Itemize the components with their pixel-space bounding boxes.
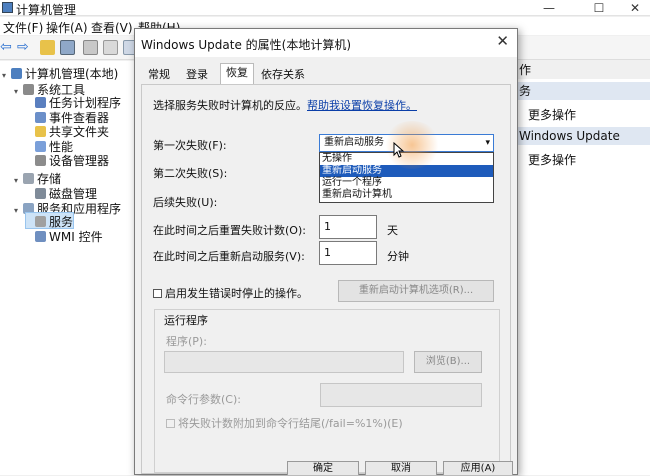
cancel-button[interactable]: 取消 [365,461,437,475]
tree-item[interactable]: ▾ 存储 [14,170,62,186]
command-params-input[interactable] [320,383,482,407]
storage-icon [23,173,34,184]
tree-item[interactable]: 事件查看器 [26,109,109,125]
window-titlebar: 计算机管理 — ☐ ✕ [0,0,650,17]
tree-item[interactable]: 任务计划程序 [26,94,122,110]
program-label: 程序(P): [166,335,207,348]
expand-arrow-icon[interactable]: ▾ [2,71,11,80]
command-params-label: 命令行参数(C): [166,393,241,406]
program-path-input[interactable] [164,351,404,373]
performance-icon [35,141,46,152]
dropdown-option-restart-computer[interactable]: 重新启动计算机 [320,189,493,201]
forward-arrow-icon[interactable]: ⇨ [17,40,32,55]
menu-view[interactable]: 查看(V) [91,19,133,36]
properties-icon[interactable] [83,40,98,55]
restart-computer-options-button[interactable]: 重新启动计算机选项(R)... [338,280,494,302]
first-failure-value: 重新启动服务 [324,137,384,148]
tree-item[interactable]: WMI 控件 [26,228,103,244]
enable-actions-label: 启用发生错误时停止的操作。 [165,287,308,300]
dropdown-option-run-program[interactable]: 运行一个程序 [320,177,493,189]
disk-icon [35,188,46,199]
recovery-help-link[interactable]: 帮助我设置恢复操作。 [307,99,417,112]
tree-item-label: 任务计划程序 [49,96,122,110]
actions-section-services[interactable]: 务 [516,82,650,100]
click-highlight [383,121,441,169]
tree-item-label: 磁盘管理 [49,187,98,201]
tab-general[interactable]: 常规 [145,66,173,84]
more-actions-link-1[interactable]: 更多操作 [528,106,576,123]
close-button[interactable]: ✕ [620,0,650,16]
tree-item-label: 设备管理器 [49,154,110,168]
dialog-title: Windows Update 的属性(本地计算机) [141,38,352,52]
second-failure-label: 第二次失败(S): [153,167,228,180]
chevron-down-icon: ▾ [485,138,490,148]
tree-item[interactable]: 磁盘管理 [26,185,98,201]
recovery-panel: 选择服务失败时计算机的反应。帮助我设置恢复操作。 第一次失败(F): 重新启动服… [141,84,511,474]
tree-item[interactable]: 服务 [24,212,75,229]
tree-item-label: 共享文件夹 [49,125,110,139]
restart-service-input[interactable]: 1 [319,241,377,265]
menu-action[interactable]: 操作(A) [46,19,88,36]
recovery-intro-text: 选择服务失败时计算机的反应。 [153,99,307,112]
run-program-group-title: 运行程序 [162,312,210,328]
tab-dependencies[interactable]: 依存关系 [260,66,306,84]
clock-icon [35,97,46,108]
tree-item[interactable]: 设备管理器 [26,152,110,168]
append-fail-row: 将失败计数附加到命令行结尾(/fail=%1%)(E) [166,415,403,431]
reset-count-input[interactable]: 1 [319,215,377,239]
services-icon [35,216,46,227]
minimize-button[interactable]: — [534,0,564,16]
maximize-button[interactable]: ☐ [584,0,614,16]
tree-item-label: WMI 控件 [49,230,103,244]
restart-service-label: 在此时间之后重新启动服务(V): [153,250,305,263]
browse-button[interactable]: 浏览(B)... [414,351,482,373]
reset-count-label: 在此时间之后重置失败计数(O): [153,224,306,237]
menu-file[interactable]: 文件(F) [3,19,43,36]
tree-item[interactable]: 性能 [26,138,73,154]
console-tree-icon[interactable] [60,40,75,55]
folder-icon [35,126,46,137]
tree-item[interactable]: 共享文件夹 [26,123,110,139]
enable-actions-checkbox[interactable] [153,289,162,298]
device-manager-icon [35,155,46,166]
actions-pane: 作 务 更多操作 Windows Update 更多操作 [516,61,650,475]
mouse-cursor-icon [393,142,405,158]
ok-button[interactable]: 确定 [287,461,359,475]
subsequent-failure-label: 后续失败(U): [153,196,218,209]
console-tree: ▾ 计算机管理(本地) ▾ 系统工具 任务计划程序 事件查看器 共享文件夹 性能 设备管理器 ▾ 存… [0,61,136,475]
expand-arrow-icon[interactable]: ▾ [14,206,23,215]
refresh-icon[interactable] [103,40,118,55]
tab-logon[interactable]: 登录 [183,66,211,84]
back-arrow-icon[interactable]: ⇦ [0,40,15,55]
computer-icon [11,68,22,79]
first-failure-label: 第一次失败(F): [153,139,227,152]
computer-management-icon [2,2,13,13]
expand-arrow-icon[interactable]: ▾ [14,87,23,96]
properties-dialog: Windows Update 的属性(本地计算机) ✕ 常规 登录 恢复 依存关… [134,28,518,475]
tree-item-label: 计算机管理(本地) [25,67,119,81]
actions-header: 作 [516,61,650,79]
tree-item-label: 服务 [49,215,74,229]
tab-recovery[interactable]: 恢复 [220,63,254,84]
dialog-titlebar: Windows Update 的属性(本地计算机) ✕ [135,29,517,57]
tree-item[interactable]: ▾ 计算机管理(本地) [2,65,119,81]
enable-actions-row: 启用发生错误时停止的操作。 [153,285,308,301]
recovery-intro: 选择服务失败时计算机的反应。帮助我设置恢复操作。 [153,97,417,113]
reset-count-unit: 天 [387,224,398,237]
event-viewer-icon [35,112,46,123]
append-fail-checkbox[interactable] [166,419,175,428]
actions-section-windows-update[interactable]: Windows Update [516,127,650,145]
append-fail-label: 将失败计数附加到命令行结尾(/fail=%1%)(E) [178,417,403,430]
window-title: 计算机管理 [16,3,77,17]
wmi-icon [35,231,46,242]
expand-arrow-icon[interactable]: ▾ [14,176,23,185]
apply-button[interactable]: 应用(A) [443,461,513,475]
dialog-close-icon[interactable]: ✕ [496,32,509,50]
tree-item-label: 存储 [37,172,62,186]
folder-up-icon[interactable] [40,40,55,55]
more-actions-link-2[interactable]: 更多操作 [528,151,576,168]
restart-service-unit: 分钟 [387,250,409,263]
